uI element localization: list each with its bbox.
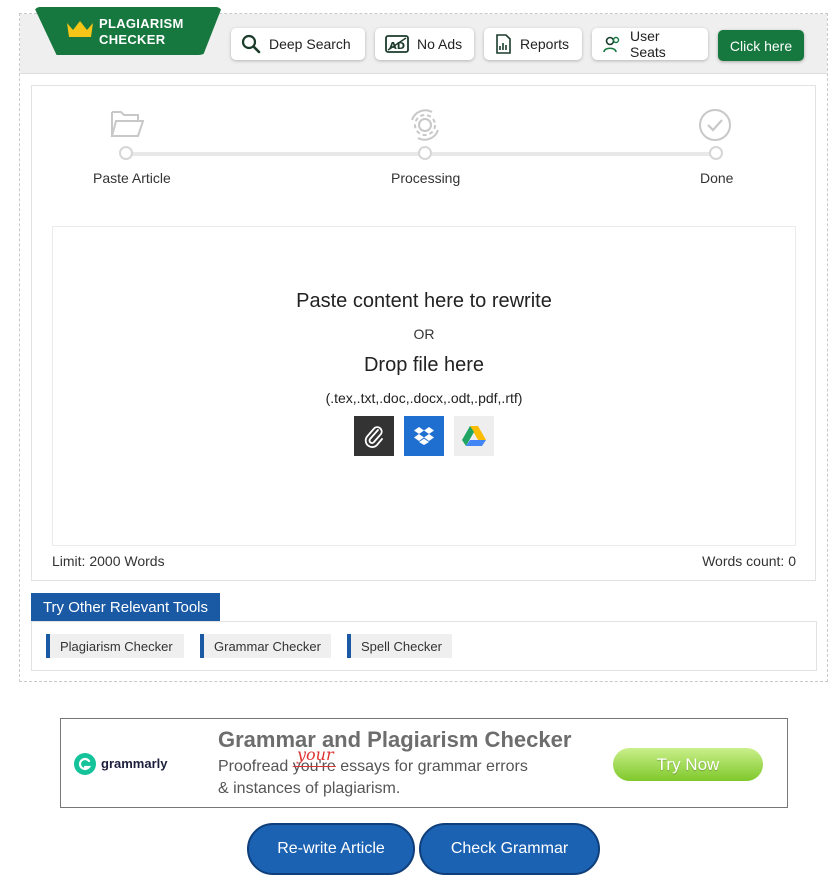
paste-drop-zone[interactable]: [52, 226, 796, 546]
search-icon: [241, 34, 261, 54]
folder-icon: [110, 111, 144, 137]
tool-link-grammar-checker[interactable]: Grammar Checker: [200, 634, 331, 658]
google-drive-button[interactable]: [454, 416, 494, 456]
ad-copy-struck-word: you're: [292, 758, 336, 775]
dropbox-button[interactable]: [404, 416, 444, 456]
word-count: Words count: 0: [702, 553, 796, 569]
step-label-paste: Paste Article: [93, 170, 171, 186]
svg-text:AD: AD: [389, 41, 405, 52]
attach-file-button[interactable]: [354, 416, 394, 456]
ad-copy-line-2: & instances of plagiarism.: [218, 780, 401, 797]
check-circle-icon: [699, 109, 731, 141]
reports-label: Reports: [520, 36, 570, 52]
ad-copy-line-1: Proofread you're essays for grammar erro…: [218, 758, 528, 776]
tool-link-plagiarism-checker[interactable]: Plagiarism Checker: [46, 634, 184, 658]
deep-search-label: Deep Search: [269, 36, 351, 52]
ad-block-icon: AD: [385, 35, 409, 53]
logo-text: PLAGIARISM CHECKER: [99, 16, 184, 48]
crown-icon: [67, 21, 93, 37]
ad-copy-pre: Proofread: [218, 758, 293, 775]
supported-file-types: (.tex,.txt,.doc,.docx,.odt,.pdf,.rtf): [325, 390, 523, 406]
word-limit: Limit: 2000 Words: [52, 553, 165, 569]
no-ads-label: No Ads: [417, 36, 463, 52]
relevant-tools-header: Try Other Relevant Tools: [31, 593, 220, 621]
step-dot-paste: [119, 146, 133, 160]
grammarly-brand: grammarly: [101, 756, 168, 771]
user-seats-label: User Seats: [630, 28, 666, 60]
report-document-icon: [496, 34, 511, 54]
ad-copy-post: essays for grammar errors: [335, 758, 528, 775]
logo-line-2: CHECKER: [99, 32, 166, 47]
step-dot-processing: [418, 146, 432, 160]
reports-button[interactable]: Reports: [484, 28, 582, 60]
click-here-button[interactable]: Click here: [718, 30, 804, 61]
ad-try-now-button[interactable]: Try Now: [613, 748, 763, 781]
dropbox-icon: [414, 427, 434, 445]
tool-link-spell-checker[interactable]: Spell Checker: [347, 634, 452, 658]
step-dot-done: [709, 146, 723, 160]
users-icon: [603, 36, 620, 53]
step-label-done: Done: [700, 170, 734, 186]
drop-file-prompt: Drop file here: [363, 354, 485, 376]
google-drive-icon: [462, 426, 486, 446]
check-grammar-button[interactable]: Check Grammar: [419, 823, 600, 875]
deep-search-button[interactable]: Deep Search: [231, 28, 365, 60]
or-separator: OR: [413, 326, 435, 342]
user-seats-button[interactable]: User Seats: [592, 28, 708, 60]
paste-prompt: Paste content here to rewrite: [296, 290, 552, 312]
step-label-processing: Processing: [391, 170, 461, 186]
ad-heading: Grammar and Plagiarism Checker: [218, 727, 572, 752]
paperclip-icon: [364, 426, 383, 448]
no-ads-button[interactable]: AD No Ads: [375, 28, 474, 60]
grammarly-logo-icon: [74, 753, 96, 775]
rewrite-article-button[interactable]: Re-write Article: [247, 823, 415, 875]
gear-processing-icon: [411, 109, 439, 141]
logo-line-1: PLAGIARISM: [99, 16, 184, 31]
